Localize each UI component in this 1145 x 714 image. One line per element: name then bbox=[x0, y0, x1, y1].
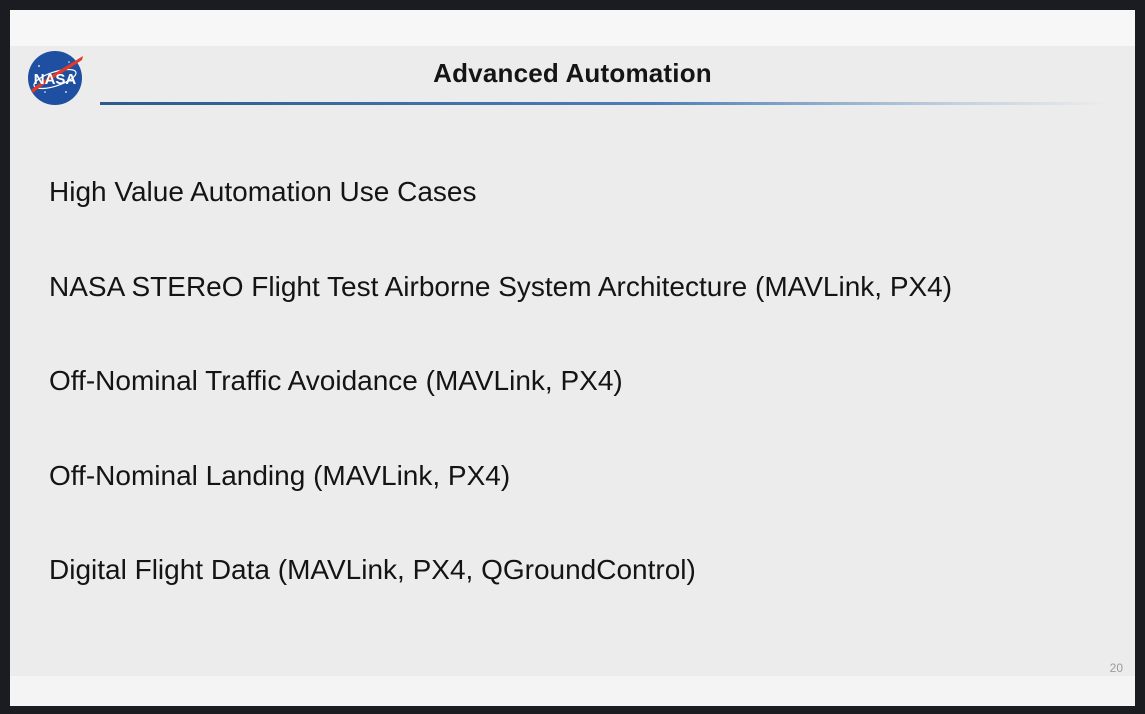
slide-top-strip bbox=[10, 10, 1135, 46]
slide-title: Advanced Automation bbox=[433, 58, 712, 88]
slide: NASA Advanced Automation High Value Auto… bbox=[10, 10, 1135, 706]
bullet-item: Off-Nominal Traffic Avoidance (MAVLink, … bbox=[49, 365, 623, 396]
page-number: 20 bbox=[1109, 661, 1123, 675]
bullet-item: Off-Nominal Landing (MAVLink, PX4) bbox=[49, 459, 511, 491]
bullet-list: High Value Automation Use Cases NASA STE… bbox=[49, 175, 952, 648]
bullet-item: NASA STEReO Flight Test Airborne System … bbox=[49, 270, 953, 302]
bullet-item: Digital Flight Data (MAVLink, PX4, QGrou… bbox=[49, 554, 696, 585]
slide-bottom-strip bbox=[10, 676, 1135, 706]
bullet-item: High Value Automation Use Cases bbox=[49, 176, 477, 207]
presentation-frame: NASA Advanced Automation High Value Auto… bbox=[0, 0, 1145, 714]
title-divider bbox=[100, 102, 1110, 105]
